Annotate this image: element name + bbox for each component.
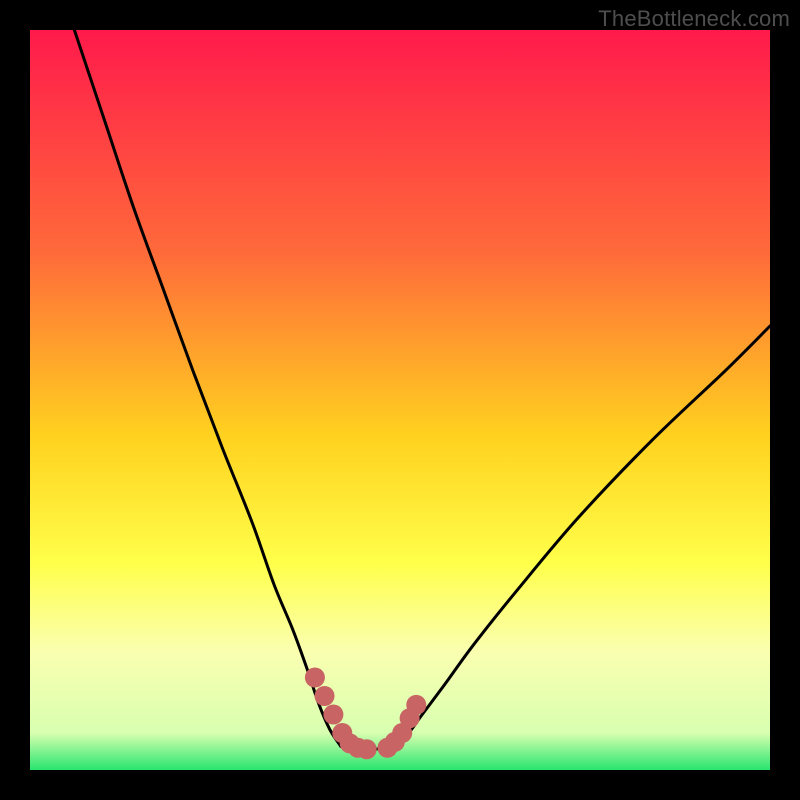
marker-left-markers-1 (315, 686, 335, 706)
chart-stage: TheBottleneck.com (0, 0, 800, 800)
watermark-text: TheBottleneck.com (598, 6, 790, 32)
plot-area (30, 30, 770, 770)
marker-left-markers-0 (305, 668, 325, 688)
marker-left-markers-2 (323, 705, 343, 725)
marker-right-markers-4 (406, 695, 426, 715)
chart-svg (30, 30, 770, 770)
marker-left-markers-6 (357, 739, 377, 759)
gradient-background (30, 30, 770, 770)
